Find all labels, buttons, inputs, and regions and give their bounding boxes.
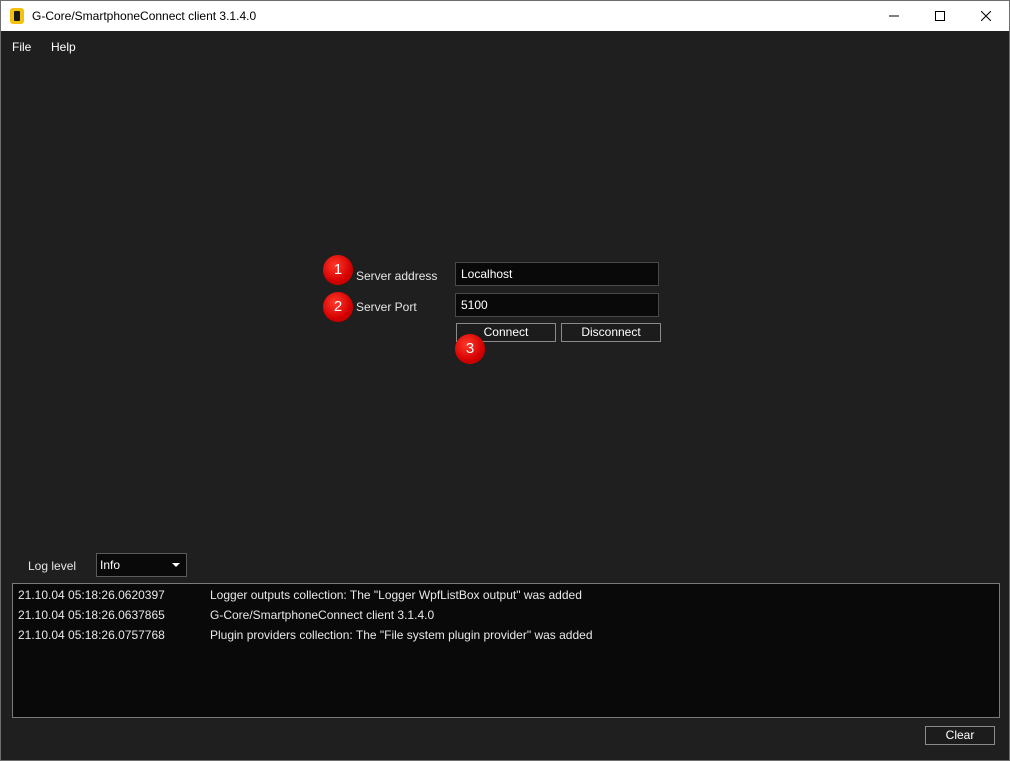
log-timestamp: 21.10.04 05:18:26.0620397 <box>18 588 165 602</box>
log-level-value: Info <box>100 558 121 572</box>
log-timestamp: 21.10.04 05:18:26.0637865 <box>18 608 165 622</box>
log-message: G-Core/SmartphoneConnect client 3.1.4.0 <box>210 608 435 622</box>
log-level-select[interactable]: Info <box>96 553 187 577</box>
log-row[interactable]: 21.10.04 05:18:26.0620397 Logger outputs… <box>13 584 999 604</box>
minimize-icon <box>889 15 899 17</box>
menu-file[interactable]: File <box>12 40 31 54</box>
log-timestamp: 21.10.04 05:18:26.0757768 <box>18 628 165 642</box>
annotation-badge-3: 3 <box>455 334 485 364</box>
server-address-input[interactable] <box>455 262 659 286</box>
app-icon <box>10 8 24 24</box>
log-list[interactable]: 21.10.04 05:18:26.0620397 Logger outputs… <box>12 583 1000 718</box>
maximize-icon <box>935 11 945 21</box>
annotation-badge-2: 2 <box>323 292 353 322</box>
log-row[interactable]: 21.10.04 05:18:26.0757768 Plugin provide… <box>13 624 999 644</box>
app-window: G-Core/SmartphoneConnect client 3.1.4.0 … <box>0 0 1010 761</box>
minimize-button[interactable] <box>871 1 917 31</box>
menu-help[interactable]: Help <box>51 40 76 54</box>
maximize-button[interactable] <box>917 1 963 31</box>
chevron-down-icon <box>172 563 180 567</box>
menu-bar: File Help <box>1 31 1009 61</box>
close-button[interactable] <box>963 1 1009 31</box>
title-bar: G-Core/SmartphoneConnect client 3.1.4.0 <box>1 1 1009 31</box>
server-address-label: Server address <box>356 269 438 283</box>
server-port-label: Server Port <box>356 300 417 314</box>
clear-button[interactable]: Clear <box>925 726 995 745</box>
window-title: G-Core/SmartphoneConnect client 3.1.4.0 <box>32 9 257 23</box>
annotation-badge-1: 1 <box>323 255 353 285</box>
log-row[interactable]: 21.10.04 05:18:26.0637865 G-Core/Smartph… <box>13 604 999 624</box>
close-icon <box>981 11 991 21</box>
disconnect-button[interactable]: Disconnect <box>561 323 661 342</box>
log-message: Plugin providers collection: The "File s… <box>210 628 593 642</box>
server-port-input[interactable] <box>455 293 659 317</box>
log-level-label: Log level <box>28 559 77 573</box>
log-message: Logger outputs collection: The "Logger W… <box>210 588 582 602</box>
